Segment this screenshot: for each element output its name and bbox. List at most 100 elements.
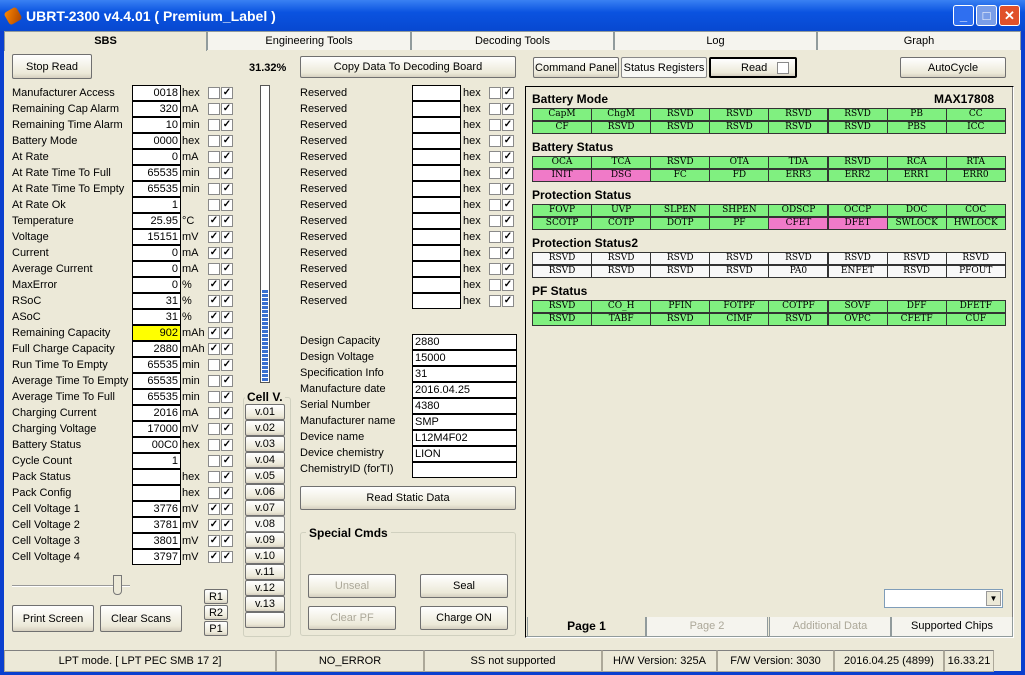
- register-bit: CIMF: [709, 313, 770, 326]
- register-bit: CF: [532, 121, 593, 134]
- register-bit: RSVD: [709, 121, 770, 134]
- register-bit: DSG: [591, 169, 652, 182]
- page-tab-page-2[interactable]: Page 2: [646, 617, 768, 637]
- register-bit: CapM: [532, 108, 593, 121]
- register-bit: ERR2: [827, 169, 888, 182]
- register-bit: TDA: [768, 156, 829, 169]
- register-bit: RSVD: [650, 313, 711, 326]
- register-bit: RSVD: [768, 313, 829, 326]
- register-bit: RSVD: [709, 252, 770, 265]
- register-bit: FC: [650, 169, 711, 182]
- register-bit: CC: [945, 108, 1006, 121]
- chevron-down-icon[interactable]: ▼: [986, 591, 1001, 606]
- register-bit: DFET: [827, 217, 888, 230]
- register-bit: TCA: [591, 156, 652, 169]
- page-tab-supported-chips[interactable]: Supported Chips: [891, 617, 1013, 637]
- section-title: Protection Status: [532, 188, 632, 202]
- register-bit: RSVD: [532, 252, 593, 265]
- register-bit: RSVD: [591, 252, 652, 265]
- register-bit: RSVD: [827, 121, 888, 134]
- register-bit: COTPF: [768, 300, 829, 313]
- register-bit: RSVD: [650, 121, 711, 134]
- register-bit: DFF: [886, 300, 947, 313]
- register-bit: RSVD: [768, 252, 829, 265]
- read-checkbox[interactable]: [777, 62, 789, 74]
- register-bit: SLPEN: [650, 204, 711, 217]
- status-registers-button[interactable]: Status Registers: [621, 57, 707, 78]
- register-bit: TABF: [591, 313, 652, 326]
- register-bit: SHPEN: [709, 204, 770, 217]
- register-bit: RSVD: [532, 265, 593, 278]
- section-title: Battery Status: [532, 140, 614, 154]
- register-bit: ICC: [945, 121, 1006, 134]
- register-bit: RSVD: [768, 108, 829, 121]
- register-bit: SWLOCK: [886, 217, 947, 230]
- status-cell: H/W Version: 325A: [602, 650, 717, 672]
- register-bit: UVP: [591, 204, 652, 217]
- register-bit: RSVD: [709, 265, 770, 278]
- register-bit: ENFET: [827, 265, 888, 278]
- register-bit: PBS: [886, 121, 947, 134]
- register-bit: RSVD: [709, 108, 770, 121]
- register-bit: DFETF: [945, 300, 1006, 313]
- status-cell: 2016.04.25 (4899): [834, 650, 944, 672]
- section-title: Protection Status2: [532, 236, 639, 250]
- register-bit: PFIN: [650, 300, 711, 313]
- register-bit: COC: [945, 204, 1006, 217]
- register-bit: RSVD: [591, 265, 652, 278]
- register-bit: COTP: [591, 217, 652, 230]
- register-bit: INIT: [532, 169, 593, 182]
- status-cell: LPT mode. [ LPT PEC SMB 17 2]: [4, 650, 276, 672]
- register-bit: SOVF: [827, 300, 888, 313]
- page-tab-additional-data[interactable]: Additional Data: [769, 617, 891, 637]
- register-bit: CUF: [945, 313, 1006, 326]
- status-cell: SS not supported: [424, 650, 602, 672]
- register-bit: RSVD: [650, 265, 711, 278]
- register-bit: CFET: [768, 217, 829, 230]
- status-cell: 16.33.21: [944, 650, 994, 672]
- register-bit: RSVD: [768, 121, 829, 134]
- page-tab-page-1[interactable]: Page 1: [527, 617, 646, 637]
- read-label: Read: [741, 61, 768, 74]
- register-bit: ChgM: [591, 108, 652, 121]
- register-bit: RSVD: [827, 156, 888, 169]
- register-bit: HWLOCK: [945, 217, 1006, 230]
- register-bit: FOVP: [532, 204, 593, 217]
- register-bit: RSVD: [886, 252, 947, 265]
- register-bit: PF: [709, 217, 770, 230]
- register-bit: ODSCP: [768, 204, 829, 217]
- status-cell: NO_ERROR: [276, 650, 424, 672]
- register-bit: OVPC: [827, 313, 888, 326]
- command-panel-button[interactable]: Command Panel: [533, 57, 619, 78]
- register-bit: RSVD: [827, 252, 888, 265]
- register-bit: FOTPF: [709, 300, 770, 313]
- register-bit: OTA: [709, 156, 770, 169]
- register-bit: DOC: [886, 204, 947, 217]
- chip-name: MAX17808: [934, 92, 995, 106]
- register-bit: FD: [709, 169, 770, 182]
- chip-dropdown[interactable]: ▼: [884, 589, 1003, 608]
- register-bit: RSVD: [591, 121, 652, 134]
- read-button[interactable]: Read: [709, 57, 797, 78]
- register-bit: DOTP: [650, 217, 711, 230]
- register-bit: RSVD: [886, 265, 947, 278]
- register-bit: RSVD: [532, 300, 593, 313]
- register-bit: RSVD: [650, 108, 711, 121]
- register-bit: OCCP: [827, 204, 888, 217]
- register-bit: RCA: [886, 156, 947, 169]
- register-bit: PFOUT: [945, 265, 1006, 278]
- register-bit: OCA: [532, 156, 593, 169]
- register-bit: RSVD: [532, 313, 593, 326]
- status-cell: F/W Version: 3030: [717, 650, 834, 672]
- register-bit: CO_H: [591, 300, 652, 313]
- status-registers-panel: Command Panel Status Registers Read Auto…: [0, 0, 1025, 675]
- register-bit: RSVD: [945, 252, 1006, 265]
- register-bit: RSVD: [650, 252, 711, 265]
- register-bit: RSVD: [827, 108, 888, 121]
- register-bit: PA0: [768, 265, 829, 278]
- register-bit: ERR1: [886, 169, 947, 182]
- autocycle-button[interactable]: AutoCycle: [900, 57, 1006, 78]
- register-bit: SCOTP: [532, 217, 593, 230]
- register-bit: ERR3: [768, 169, 829, 182]
- register-bit: RSVD: [650, 156, 711, 169]
